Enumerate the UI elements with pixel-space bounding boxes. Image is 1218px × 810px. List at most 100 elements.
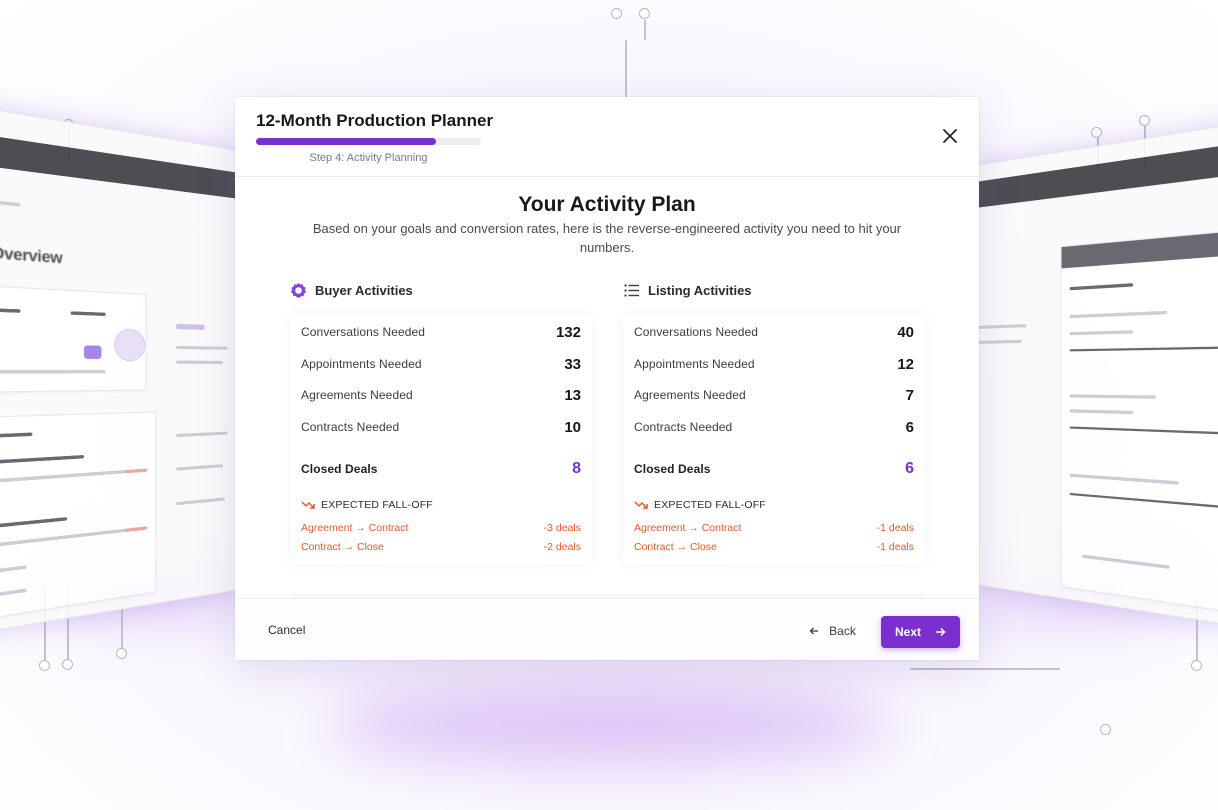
falloff-value: -3 deals [543,522,581,534]
back-button-label: Back [829,624,856,638]
metric-label: Agreements Needed [301,388,413,402]
progress-bar [256,138,481,145]
close-icon [943,129,957,143]
blur-line [176,464,224,471]
falloff-value: -1 deals [876,541,914,553]
circuit-node [1191,660,1202,671]
falloff-row: Agreement → Contract -1 deals [634,520,914,536]
metric-value: 33 [564,355,581,373]
progress-fill [256,138,436,145]
blur-line [176,345,228,350]
panel-card [0,411,157,621]
listing-activities-title: Listing Activities [648,282,752,298]
metric-row: Appointments Needed 12 [634,352,914,376]
circuit-node [1091,127,1102,138]
blur-line [1069,409,1134,415]
blur-line [975,324,1027,329]
plan-description: Based on your goals and conversion rates… [312,221,902,255]
cancel-button[interactable]: Cancel [268,623,305,637]
background-panel-right [975,121,1218,629]
falloff-value: -1 deals [876,522,914,534]
circuit-line [1144,126,1146,166]
metric-label: Conversations Needed [301,325,426,339]
listing-activities-section: Listing Activities Conversations Needed … [623,281,925,564]
next-button[interactable]: Next [881,616,960,648]
glow-right [960,560,1200,620]
falloff-label: Contract → Close [301,541,384,553]
blur-line [1069,330,1134,336]
blur-line [70,311,106,317]
circuit-node [639,8,650,19]
panel-topbar [975,142,1218,208]
blur-line [176,497,225,506]
circuit-line [121,585,123,650]
falloff-row: Contract → Close -2 deals [301,539,581,555]
falloff-heading-text: EXPECTED FALL-OFF [321,499,433,511]
closed-deals-label: Closed Deals [634,462,711,476]
closed-deals-row: Closed Deals 6 [634,457,914,481]
metric-row: Agreements Needed 7 [634,383,914,407]
background-panel-left: n Overview [0,105,240,635]
buyer-activities-title: Buyer Activities [315,282,413,298]
blur-line [1069,473,1179,485]
circuit-line [44,585,46,660]
buyer-activities-section: Buyer Activities Conversations Needed 13… [290,281,592,564]
circuit-line [644,20,646,40]
blur-line [124,468,148,474]
circuit-line [1097,138,1099,168]
glow-bottom [330,690,890,760]
circuit-line [1196,600,1198,660]
trending-down-icon [301,501,315,509]
circuit-node [39,660,50,671]
closed-deals-label: Closed Deals [301,462,378,476]
panel-topbar [0,133,240,199]
metric-label: Contracts Needed [301,420,400,434]
panel-card [0,284,147,393]
metric-value: 132 [555,323,581,341]
falloff-heading: EXPECTED FALL-OFF [634,499,766,511]
circuit-node [62,659,73,670]
buyer-activities-card: Conversations Needed 132 Appointments Ne… [290,314,592,564]
metric-value: 6 [905,418,914,436]
buyer-badge-icon [290,282,307,299]
blur-line [1069,283,1134,291]
metric-row: Conversations Needed 132 [301,320,581,344]
circuit-line [910,668,1060,670]
plan-title: Your Activity Plan [518,193,696,216]
falloff-row: Agreement → Contract -3 deals [301,520,581,536]
metric-value: 10 [564,418,581,436]
blur-line [1061,230,1218,269]
blur-line [1069,394,1156,399]
metric-row: Contracts Needed 6 [634,415,914,439]
panel-chip [83,345,102,359]
falloff-heading-text: EXPECTED FALL-OFF [654,499,766,511]
metric-label: Contracts Needed [634,420,733,434]
listing-activities-card: Conversations Needed 40 Appointments Nee… [623,314,925,564]
close-button[interactable] [939,125,961,147]
metric-label: Agreements Needed [634,388,746,402]
closed-deals-value: 6 [905,460,914,477]
circuit-node [611,8,622,19]
blur-line [1069,346,1218,352]
metric-label: Conversations Needed [634,325,759,339]
falloff-label: Contract → Close [634,541,717,553]
trending-down-icon [634,501,648,509]
buyer-activities-header: Buyer Activities [290,281,592,299]
blur-line [0,469,138,484]
glow-left [40,560,260,620]
circuit-node [63,119,74,130]
circuit-line [68,130,70,160]
metric-row: Agreements Needed 13 [301,383,581,407]
panel-heading: n Overview [0,242,63,267]
metric-row: Appointments Needed 33 [301,352,581,376]
blur-line [1069,426,1218,435]
metric-value: 13 [564,386,581,404]
modal-header: 12-Month Production Planner Step 4: Acti… [235,97,979,177]
modal-footer: Cancel Back Next [235,598,979,660]
next-button-label: Next [894,625,921,639]
panel-avatar [114,328,146,362]
arrow-left-icon [809,627,819,635]
back-button[interactable]: Back [800,617,865,645]
blur-line [0,432,33,439]
closed-deals-value: 8 [572,460,581,477]
